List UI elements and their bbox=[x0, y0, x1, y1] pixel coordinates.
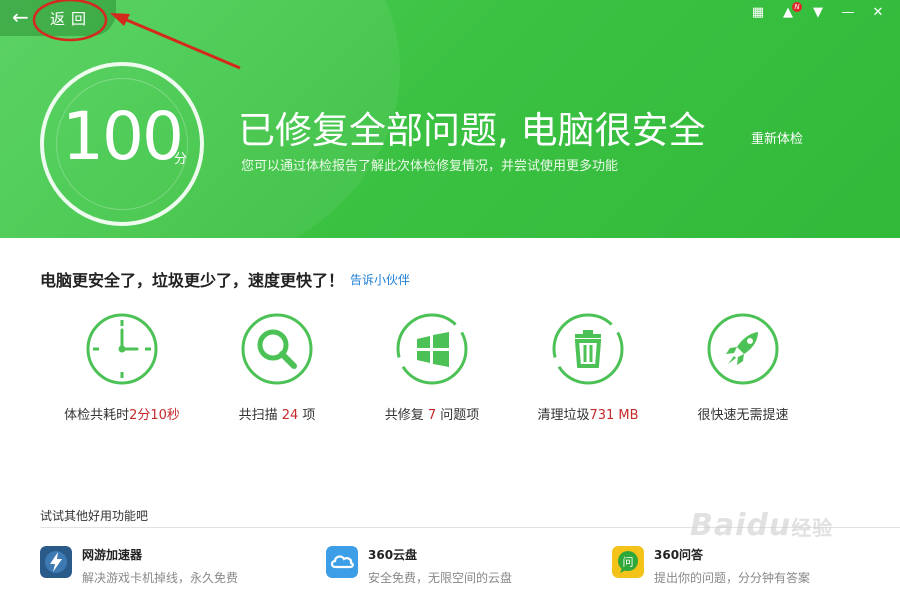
magnifier-icon bbox=[241, 313, 313, 385]
stat-cleaned-text: 清理垃圾731 MB bbox=[508, 404, 668, 423]
watermark-brand: Baidu bbox=[690, 508, 792, 543]
stat-suffix: 项 bbox=[298, 408, 316, 423]
stat-label: 共修复 bbox=[384, 408, 428, 423]
stat-value: 731 MB bbox=[589, 408, 639, 423]
score-ring: 100 分 bbox=[40, 62, 204, 226]
menu-dropdown-icon[interactable]: ▼ bbox=[810, 5, 826, 20]
stat-speed-text: 很快速无需提速 bbox=[663, 404, 823, 423]
rocket-icon bbox=[707, 313, 779, 385]
others-title: 试试其他好用功能吧 bbox=[40, 509, 149, 523]
minimize-icon[interactable]: — bbox=[840, 5, 856, 20]
close-icon[interactable]: ✕ bbox=[870, 5, 886, 20]
window-controls: ▦ ▲ N ▼ — ✕ bbox=[750, 2, 886, 20]
stat-label: 体检共耗时 bbox=[64, 408, 130, 423]
stats-row: 体检共耗时2分10秒 共扫描 24 项 共修复 7 问题项 清理垃圾731 MB… bbox=[0, 312, 900, 423]
back-label: 返回 bbox=[50, 10, 93, 28]
tool-desc: 解决游戏卡机掉线，永久免费 bbox=[82, 571, 239, 585]
tool-name: 360云盘 bbox=[368, 548, 418, 562]
result-subline: 您可以通过体检报告了解此次体检修复情况，并尝试使用更多功能 bbox=[241, 159, 619, 174]
recheck-button[interactable]: 重新体检 bbox=[751, 128, 803, 147]
stat-scanned: 共扫描 24 项 bbox=[197, 312, 357, 423]
share-link[interactable]: 告诉小伙伴 bbox=[350, 271, 410, 288]
result-headline: 已修复全部问题, 电脑很安全 bbox=[238, 109, 706, 152]
summary-text: 电脑更安全了，垃圾更少了，速度更快了！ bbox=[40, 271, 345, 290]
stat-fixed-text: 共修复 7 问题项 bbox=[352, 404, 512, 423]
stat-value: 7 bbox=[427, 408, 437, 423]
stat-duration-text: 体检共耗时2分10秒 bbox=[42, 404, 202, 423]
baidu-watermark: Baidu经验 bbox=[690, 508, 833, 543]
tool-qa[interactable]: 问 360问答 提出你的问题，分分钟有答案 bbox=[612, 546, 872, 585]
skin-icon[interactable]: ▦ bbox=[750, 5, 766, 20]
score-value: 100 bbox=[62, 98, 184, 175]
result-header: ← 返回 ▦ ▲ N ▼ — ✕ 100 分 已修复全部问题, 电脑很安全 您可以… bbox=[0, 0, 900, 238]
stat-fixed: 共修复 7 问题项 bbox=[352, 312, 512, 423]
tool-name: 360问答 bbox=[654, 548, 704, 562]
trash-icon bbox=[552, 313, 624, 385]
clock-icon bbox=[86, 313, 158, 385]
stat-value: 2分10秒 bbox=[129, 408, 180, 423]
stat-duration: 体检共耗时2分10秒 bbox=[42, 312, 202, 423]
windows-logo-icon bbox=[396, 313, 468, 385]
stat-label: 清理垃圾 bbox=[537, 408, 590, 423]
stat-label: 很快速无需提速 bbox=[697, 408, 789, 423]
stat-cleaned: 清理垃圾731 MB bbox=[508, 312, 668, 423]
stat-scanned-text: 共扫描 24 项 bbox=[197, 404, 357, 423]
back-button[interactable]: ← 返回 bbox=[0, 0, 116, 36]
qa-bubble-icon: 问 bbox=[612, 546, 644, 578]
stat-speed: 很快速无需提速 bbox=[663, 312, 823, 423]
tool-cloud-disk[interactable]: 360云盘 安全免费，无限空间的云盘 bbox=[326, 546, 566, 585]
tool-desc: 提出你的问题，分分钟有答案 bbox=[654, 571, 811, 585]
svg-text:问: 问 bbox=[623, 556, 634, 569]
tool-game-accelerator[interactable]: 网游加速器 解决游戏卡机掉线，永久免费 bbox=[40, 546, 280, 585]
new-badge: N bbox=[792, 2, 802, 12]
score-unit: 分 bbox=[174, 152, 188, 167]
stat-label: 共扫描 bbox=[238, 408, 282, 423]
back-arrow-icon: ← bbox=[12, 5, 29, 29]
lightning-icon bbox=[40, 546, 72, 578]
tool-name: 网游加速器 bbox=[82, 548, 143, 562]
cloud-icon bbox=[326, 546, 358, 578]
watermark-suffix: 经验 bbox=[791, 516, 834, 540]
shirt-icon[interactable]: ▲ N bbox=[780, 2, 802, 20]
tool-desc: 安全免费，无限空间的云盘 bbox=[368, 571, 513, 585]
stat-value: 24 bbox=[281, 408, 299, 423]
stat-suffix: 问题项 bbox=[436, 408, 480, 423]
